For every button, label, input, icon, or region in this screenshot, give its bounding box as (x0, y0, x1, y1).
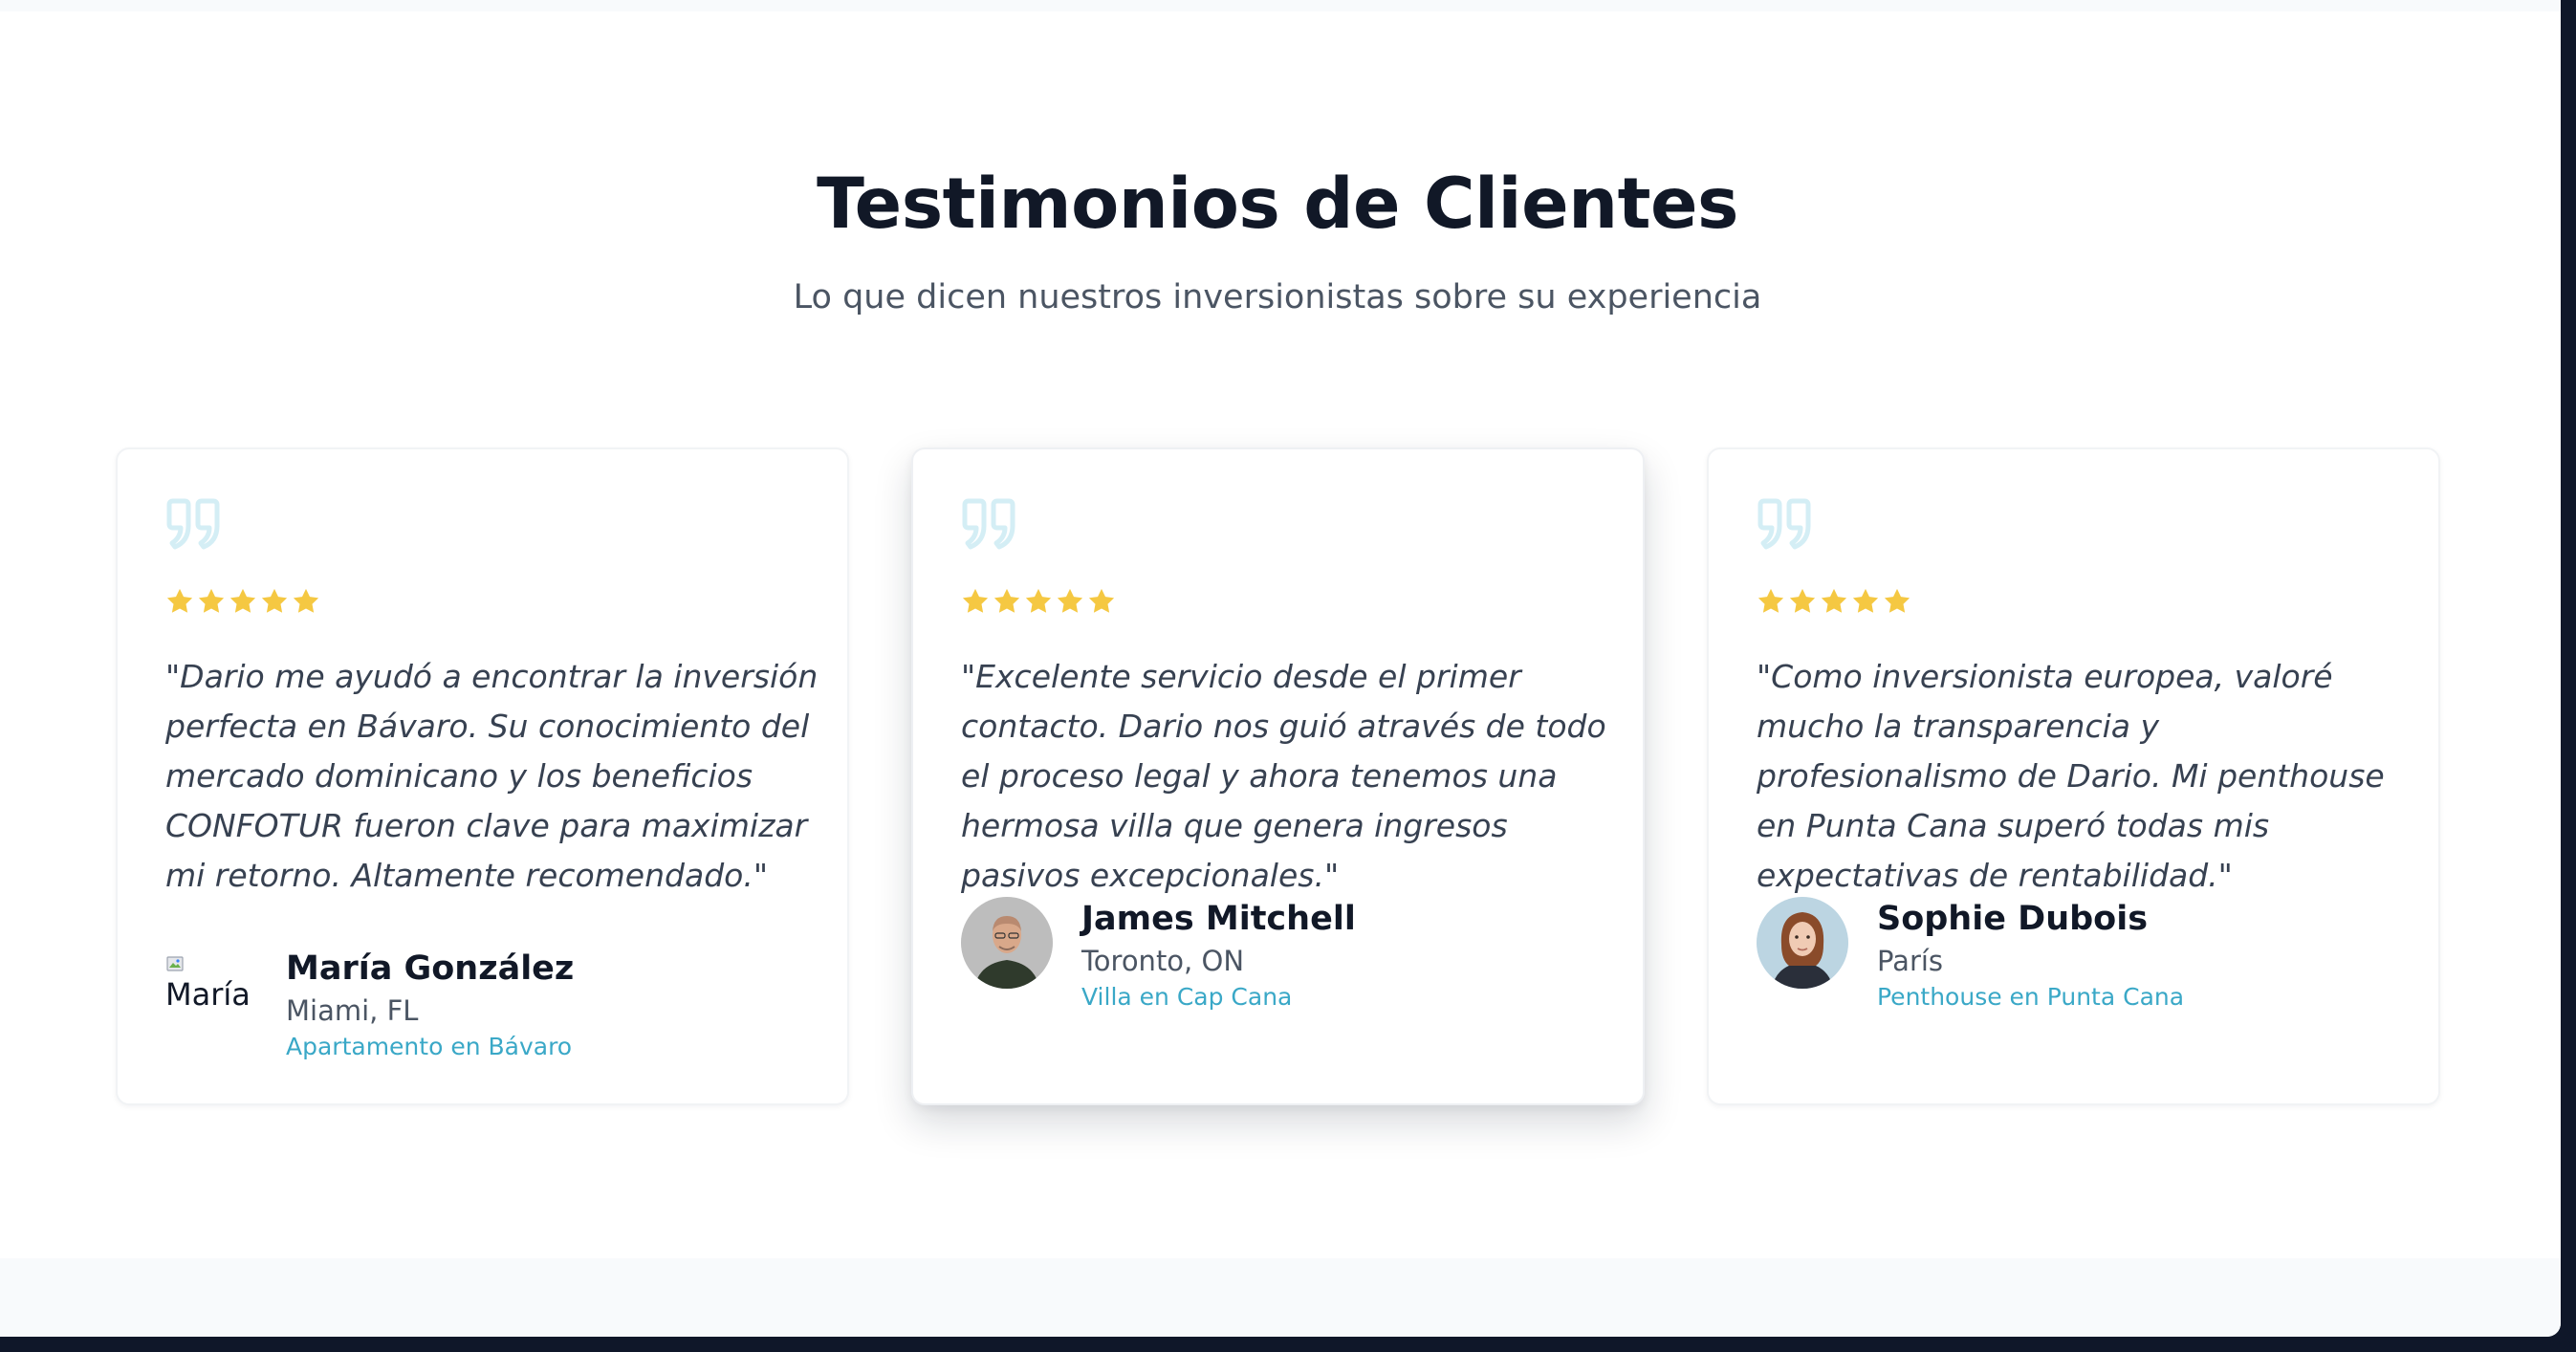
star-icon (1884, 588, 1910, 613)
avatar: María (165, 947, 257, 1038)
testimonial-card: "Dario me ayudó a encontrar la inversión… (116, 447, 849, 1105)
author-property: Penthouse en Punta Cana (1877, 983, 2185, 1011)
star-icon (1789, 588, 1816, 613)
next-section-edge (0, 1258, 2561, 1337)
testimonial-quote: "Dario me ayudó a encontrar la inversión… (165, 658, 819, 894)
star-icon (1057, 588, 1083, 613)
section-title: Testimonios de Clientes (817, 164, 1738, 245)
star-icon (1852, 588, 1879, 613)
star-icon (1025, 588, 1052, 613)
previous-section-edge (0, 0, 2561, 11)
author-location: Miami, FL (286, 994, 419, 1027)
testimonial-author: María María González Miami, FL Apartamen… (165, 947, 574, 1063)
testimonial-quote: "Como inversionista europea, valoré much… (1757, 658, 2385, 894)
avatar-photo (961, 897, 1053, 989)
quote-icon (962, 498, 1015, 550)
author-location: París (1877, 945, 1944, 977)
star-icon (293, 588, 319, 613)
author-name: María González (286, 949, 575, 988)
quote-icon (1757, 498, 1811, 550)
testimonial-quote: "Excelente servicio desde el primer cont… (961, 658, 1606, 894)
avatar-photo (1757, 897, 1848, 989)
rating-stars (961, 587, 1116, 616)
star-icon (1757, 588, 1784, 613)
testimonial-author: Sophie Dubois París Penthouse en Punta C… (1757, 897, 2184, 1014)
rating-stars (165, 587, 320, 616)
testimonials-page: Testimonios de Clientes Lo que dicen nue… (0, 0, 2561, 1337)
star-icon (1821, 588, 1847, 613)
author-name: James Mitchell (1081, 900, 1356, 938)
author-property: Villa en Cap Cana (1081, 983, 1293, 1011)
testimonial-card: "Excelente servicio desde el primer cont… (911, 447, 1645, 1105)
author-property: Apartamento en Bávaro (286, 1033, 573, 1060)
author-name: Sophie Dubois (1877, 900, 2149, 938)
rating-stars (1757, 587, 1911, 616)
avatar (961, 897, 1053, 989)
testimonial-card: "Como inversionista europea, valoré much… (1707, 447, 2440, 1105)
star-icon (993, 588, 1020, 613)
star-icon (229, 588, 256, 613)
star-icon (198, 588, 225, 613)
avatar (1757, 897, 1848, 989)
author-location: Toronto, ON (1081, 945, 1245, 977)
testimonial-author: James Mitchell Toronto, ON Villa en Cap … (961, 897, 1356, 1014)
star-icon (166, 588, 193, 613)
section-subtitle: Lo que dicen nuestros inversionistas sob… (793, 278, 1762, 316)
star-icon (261, 588, 288, 613)
star-icon (962, 588, 989, 613)
quote-icon (166, 498, 220, 550)
avatar-alt-text: María (165, 976, 251, 1013)
broken-image-icon (166, 956, 184, 971)
star-icon (1088, 588, 1115, 613)
